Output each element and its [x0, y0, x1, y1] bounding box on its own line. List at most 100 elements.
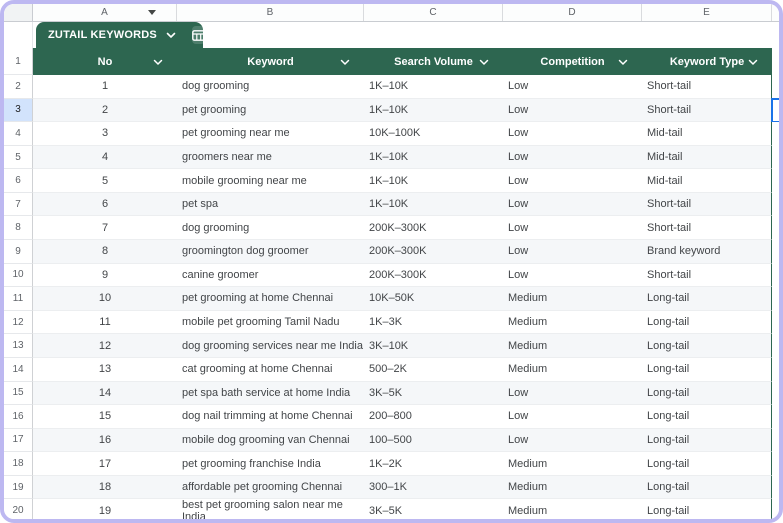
cell-no[interactable]: 15 [33, 405, 177, 429]
cell-no[interactable]: 10 [33, 287, 177, 311]
cell-keyword[interactable]: mobile grooming near me [177, 169, 364, 193]
cell-keyword[interactable]: canine groomer [177, 263, 364, 288]
cell-no[interactable]: 5 [33, 169, 177, 193]
cell-no[interactable]: 12 [33, 334, 177, 358]
cell-competition[interactable]: Low [503, 381, 642, 406]
cell-volume[interactable]: 200–800 [364, 405, 503, 429]
table-column-header[interactable]: Keyword Type [642, 48, 772, 75]
cell-volume[interactable]: 200K–300K [364, 263, 503, 288]
cell-no[interactable]: 7 [33, 216, 177, 241]
cell-no[interactable]: 17 [33, 452, 177, 476]
cell-keyword[interactable]: pet grooming franchise India [177, 452, 364, 476]
column-header-d[interactable]: D [503, 4, 642, 21]
cell-type[interactable]: Long-tail [642, 334, 772, 358]
cell-no[interactable]: 6 [33, 192, 177, 217]
chevron-down-icon[interactable] [153, 57, 163, 69]
table-column-header[interactable]: No [33, 48, 177, 75]
cell-type[interactable]: Long-tail [642, 287, 772, 311]
cell-volume[interactable]: 1K–2K [364, 452, 503, 476]
sheet-row-header[interactable]: 14 [4, 357, 33, 382]
cell-type[interactable]: Short-tail [642, 75, 772, 99]
cell-type[interactable]: Mid-tail [642, 169, 772, 193]
cell-volume[interactable]: 10K–50K [364, 287, 503, 311]
sheet-row-header[interactable]: 1 [4, 48, 33, 75]
sheet-row-header[interactable]: 15 [4, 381, 33, 406]
cell-keyword[interactable]: best pet grooming salon near me India [177, 499, 364, 519]
chevron-down-icon[interactable] [340, 57, 350, 69]
sheet-row-header[interactable]: 8 [4, 216, 33, 241]
cell-keyword[interactable]: affordable pet grooming Chennai [177, 475, 364, 500]
cell-type[interactable]: Long-tail [642, 405, 772, 429]
cell-no[interactable]: 18 [33, 475, 177, 500]
cell-type[interactable]: Mid-tail [642, 122, 772, 146]
cell-volume[interactable]: 300–1K [364, 475, 503, 500]
cell-volume[interactable]: 200K–300K [364, 240, 503, 264]
cell-type[interactable]: Short-tail [642, 98, 772, 123]
cell-no[interactable]: 14 [33, 381, 177, 406]
chevron-down-icon[interactable] [479, 57, 489, 69]
filter-dropdown-icon[interactable] [148, 10, 156, 15]
cell-keyword[interactable]: pet grooming at home Chennai [177, 287, 364, 311]
sheet-row-header[interactable]: 5 [4, 145, 33, 170]
sheet-row-header[interactable]: 16 [4, 405, 33, 429]
cell-competition[interactable]: Medium [503, 499, 642, 519]
cell-no[interactable]: 1 [33, 75, 177, 99]
cell-no[interactable]: 19 [33, 499, 177, 519]
cell-keyword[interactable]: mobile dog grooming van Chennai [177, 428, 364, 453]
cell-type[interactable]: Long-tail [642, 428, 772, 453]
cell-volume[interactable]: 200K–300K [364, 216, 503, 241]
cell-type[interactable]: Long-tail [642, 357, 772, 382]
cell-volume[interactable]: 3K–10K [364, 334, 503, 358]
sheet-row-header[interactable]: 19 [4, 475, 33, 500]
cell-no[interactable]: 11 [33, 310, 177, 335]
cell-competition[interactable]: Medium [503, 310, 642, 335]
chevron-down-icon[interactable] [748, 57, 758, 69]
sheet-row-header[interactable]: 6 [4, 169, 33, 193]
table-icon[interactable] [191, 26, 205, 44]
cell-competition[interactable]: Medium [503, 452, 642, 476]
cell-keyword[interactable]: mobile pet grooming Tamil Nadu [177, 310, 364, 335]
column-header-c[interactable]: C [364, 4, 503, 21]
sheet-row-header[interactable]: 17 [4, 428, 33, 453]
cell-keyword[interactable]: pet grooming [177, 98, 364, 123]
cell-competition[interactable]: Low [503, 169, 642, 193]
cell-no[interactable]: 2 [33, 98, 177, 123]
table-column-header[interactable]: Keyword [177, 48, 364, 75]
cell-type[interactable]: Short-tail [642, 192, 772, 217]
cell-volume[interactable]: 3K–5K [364, 499, 503, 519]
cell-keyword[interactable]: pet spa [177, 192, 364, 217]
cell-volume[interactable]: 1K–3K [364, 310, 503, 335]
sheet-row-header[interactable]: 13 [4, 334, 33, 358]
cell-keyword[interactable]: cat grooming at home Chennai [177, 357, 364, 382]
cell-volume[interactable]: 1K–10K [364, 145, 503, 170]
sheet-row-header[interactable]: 12 [4, 310, 33, 335]
table-column-header[interactable]: Competition [503, 48, 642, 75]
cell-no[interactable]: 3 [33, 122, 177, 146]
sheet-row-header[interactable]: 3 [4, 98, 33, 123]
cell-competition[interactable]: Low [503, 192, 642, 217]
cell-competition[interactable]: Low [503, 240, 642, 264]
cell-volume[interactable]: 500–2K [364, 357, 503, 382]
cell-type[interactable]: Brand keyword [642, 240, 772, 264]
cell-competition[interactable]: Low [503, 405, 642, 429]
corner-cell[interactable] [4, 4, 33, 21]
cell-type[interactable]: Long-tail [642, 499, 772, 519]
table-tab[interactable]: ZUTAIL KEYWORDS [36, 22, 205, 48]
cell-type[interactable]: Long-tail [642, 310, 772, 335]
cell-competition[interactable]: Low [503, 263, 642, 288]
cell-no[interactable]: 4 [33, 145, 177, 170]
column-header-a[interactable]: A [33, 4, 177, 21]
sheet-row-header[interactable]: 10 [4, 263, 33, 288]
cell-volume[interactable]: 1K–10K [364, 98, 503, 123]
cell-competition[interactable]: Medium [503, 475, 642, 500]
cell-keyword[interactable]: groomers near me [177, 145, 364, 170]
cell-no[interactable]: 8 [33, 240, 177, 264]
cell-keyword[interactable]: pet grooming near me [177, 122, 364, 146]
cell-keyword[interactable]: dog grooming [177, 75, 364, 99]
sheet-row-header[interactable]: 20 [4, 499, 33, 519]
sheet-row-header[interactable]: 7 [4, 192, 33, 217]
cell-no[interactable]: 9 [33, 263, 177, 288]
cell-volume[interactable]: 100–500 [364, 428, 503, 453]
cell-type[interactable]: Long-tail [642, 381, 772, 406]
cell-competition[interactable]: Medium [503, 287, 642, 311]
